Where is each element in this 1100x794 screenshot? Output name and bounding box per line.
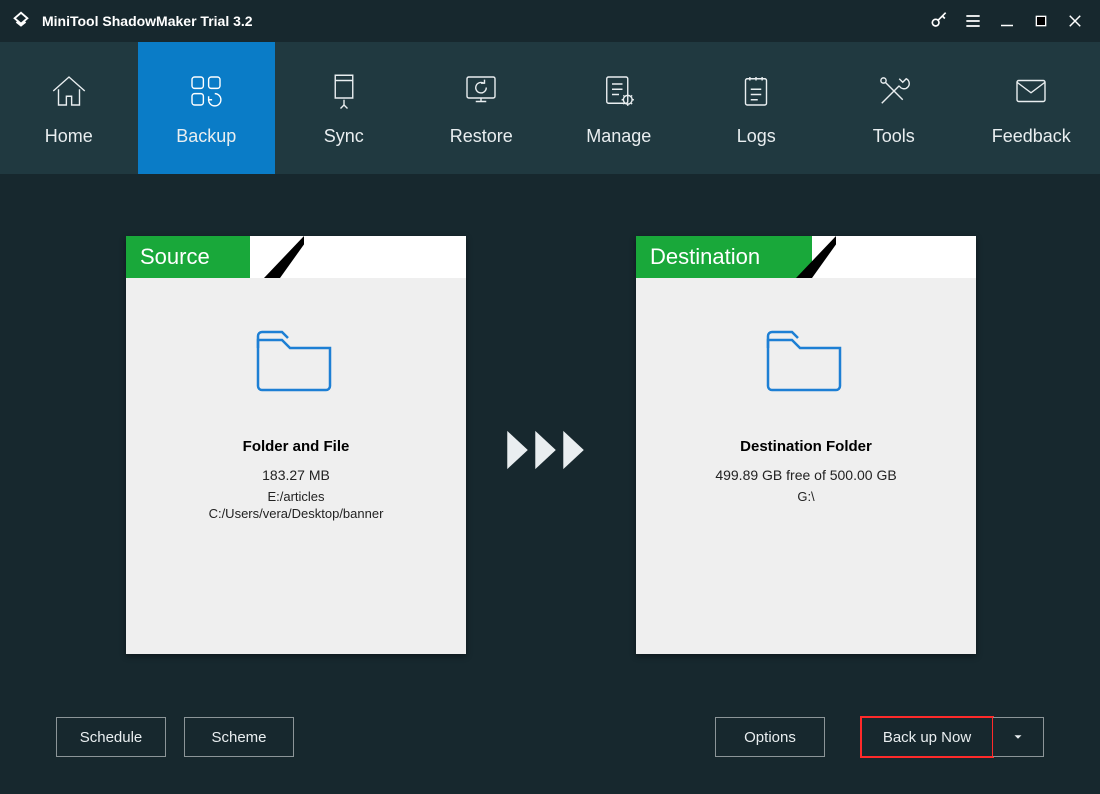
nav-sync[interactable]: Sync bbox=[275, 42, 413, 174]
title-bar: MiniTool ShadowMaker Trial 3.2 bbox=[0, 0, 1100, 42]
source-size: 183.27 MB bbox=[262, 467, 330, 483]
sync-icon bbox=[323, 70, 365, 112]
nav-label: Feedback bbox=[992, 126, 1071, 147]
destination-panel-body: Destination Folder 499.89 GB free of 500… bbox=[636, 278, 976, 504]
nav-label: Home bbox=[45, 126, 93, 147]
backup-now-button[interactable]: Back up Now bbox=[861, 717, 993, 757]
source-panel-header: Source bbox=[126, 236, 466, 278]
minimize-button[interactable] bbox=[990, 0, 1024, 42]
schedule-button[interactable]: Schedule bbox=[56, 717, 166, 757]
nav-tools[interactable]: Tools bbox=[825, 42, 963, 174]
nav-manage[interactable]: Manage bbox=[550, 42, 688, 174]
nav-label: Sync bbox=[324, 126, 364, 147]
nav-label: Tools bbox=[873, 126, 915, 147]
backup-now-dropdown[interactable] bbox=[993, 717, 1044, 757]
options-button[interactable]: Options bbox=[715, 717, 825, 757]
tools-icon bbox=[873, 70, 915, 112]
destination-panel-header: Destination bbox=[636, 236, 976, 278]
logs-icon bbox=[735, 70, 777, 112]
home-icon bbox=[48, 70, 90, 112]
nav-restore[interactable]: Restore bbox=[413, 42, 551, 174]
destination-free: 499.89 GB free of 500.00 GB bbox=[715, 467, 896, 483]
nav-label: Logs bbox=[737, 126, 776, 147]
nav-feedback[interactable]: Feedback bbox=[963, 42, 1100, 174]
app-title: MiniTool ShadowMaker Trial 3.2 bbox=[42, 13, 253, 29]
source-tab-label: Source bbox=[126, 236, 250, 278]
menu-icon[interactable] bbox=[956, 0, 990, 42]
feedback-icon bbox=[1010, 70, 1052, 112]
source-panel-body: Folder and File 183.27 MB E:/articles C:… bbox=[126, 278, 466, 521]
main-nav: Home Backup Sync Restore Manage bbox=[0, 42, 1100, 174]
destination-path: G:\ bbox=[797, 489, 814, 504]
bottom-toolbar: Schedule Scheme Options Back up Now bbox=[0, 716, 1100, 758]
nav-label: Backup bbox=[176, 126, 236, 147]
close-button[interactable] bbox=[1058, 0, 1092, 42]
destination-tab-label: Destination bbox=[636, 236, 812, 278]
source-path-2: C:/Users/vera/Desktop/banner bbox=[209, 506, 384, 521]
main-area: Source Folder and File 183.27 MB E:/arti… bbox=[0, 174, 1100, 794]
maximize-button[interactable] bbox=[1024, 0, 1058, 42]
source-panel[interactable]: Source Folder and File 183.27 MB E:/arti… bbox=[126, 236, 466, 654]
folder-icon bbox=[252, 324, 340, 394]
nav-home[interactable]: Home bbox=[0, 42, 138, 174]
manage-icon bbox=[598, 70, 640, 112]
scheme-button[interactable]: Scheme bbox=[184, 717, 294, 757]
restore-icon bbox=[460, 70, 502, 112]
key-icon[interactable] bbox=[922, 0, 956, 42]
nav-backup[interactable]: Backup bbox=[138, 42, 276, 174]
app-logo-icon bbox=[8, 8, 34, 34]
source-path-1: E:/articles bbox=[267, 489, 324, 504]
destination-title: Destination Folder bbox=[740, 438, 872, 455]
nav-label: Restore bbox=[450, 126, 513, 147]
folder-icon bbox=[762, 324, 850, 394]
source-title: Folder and File bbox=[243, 438, 350, 455]
nav-logs[interactable]: Logs bbox=[688, 42, 826, 174]
nav-label: Manage bbox=[586, 126, 651, 147]
destination-panel[interactable]: Destination Destination Folder 499.89 GB… bbox=[636, 236, 976, 654]
direction-arrows-icon bbox=[501, 428, 593, 472]
backup-icon bbox=[185, 70, 227, 112]
